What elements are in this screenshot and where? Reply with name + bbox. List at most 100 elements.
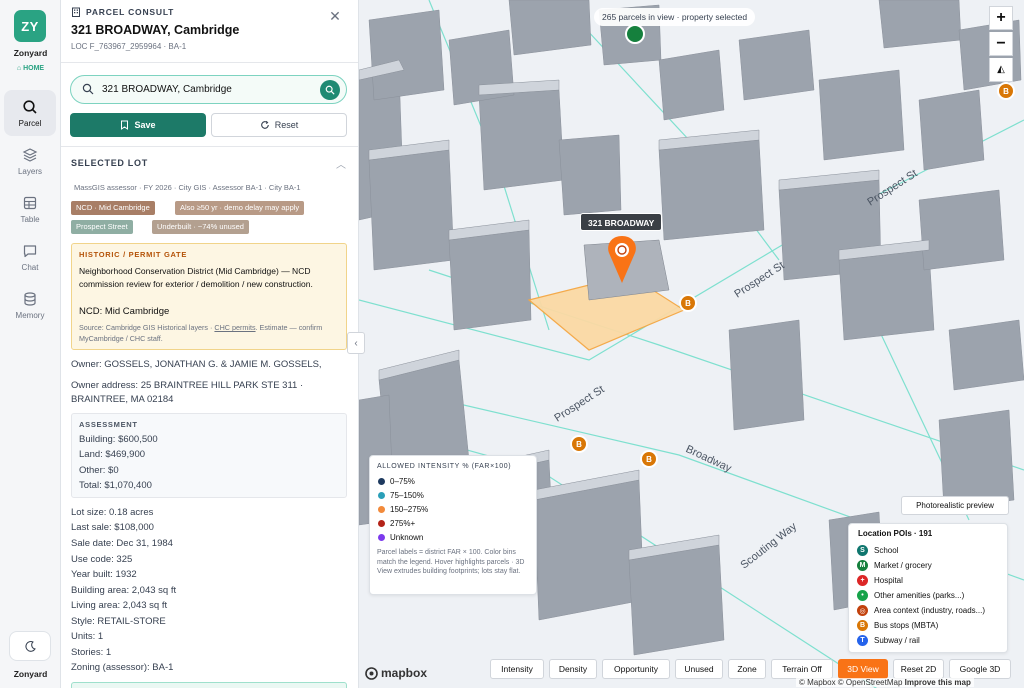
eyebrow-text: PARCEL CONSULT xyxy=(86,7,175,17)
mapbox-logo[interactable]: mapbox xyxy=(365,666,427,680)
mode-unused-button[interactable]: Unused xyxy=(675,659,723,679)
legend-label: 275%+ xyxy=(390,519,416,528)
app-logo[interactable]: ZY xyxy=(14,10,46,42)
bus-stop-marker[interactable]: B xyxy=(570,435,588,453)
search-icon xyxy=(325,85,335,95)
map-canvas[interactable]: 265 parcels in view · property selected … xyxy=(359,0,1024,688)
rail-item-chat[interactable]: Chat xyxy=(4,234,56,280)
legend-item: 0–75% xyxy=(378,477,415,486)
reset-2d-button[interactable]: Reset 2D xyxy=(893,659,944,679)
zoom-in-button[interactable]: + xyxy=(989,6,1013,30)
view-3d-button[interactable]: 3D View xyxy=(838,659,888,679)
improve-map-link[interactable]: Improve this map xyxy=(905,678,971,687)
hospital-icon: + xyxy=(857,575,868,586)
subway-icon: T xyxy=(857,635,868,646)
nav-rail: ZY Zonyard ⌂ HOME Parcel Layers Table Ch… xyxy=(0,0,61,688)
search-input[interactable] xyxy=(102,81,312,98)
rail-label: Parcel xyxy=(18,118,42,128)
collapse-panel-button[interactable]: ‹ xyxy=(347,332,365,354)
poi-item-school[interactable]: S School xyxy=(857,545,898,556)
poi-item-market[interactable]: M Market / grocery xyxy=(857,560,932,571)
save-label: Save xyxy=(134,120,156,130)
poi-item-subway[interactable]: T Subway / rail xyxy=(857,635,920,646)
gate-title: HISTORIC / PERMIT GATE xyxy=(79,250,188,259)
parcel-panel: PARCEL CONSULT 321 BROADWAY, Cambridge L… xyxy=(61,0,359,688)
assessment-land: Land: $469,900 xyxy=(79,449,146,460)
compass-button[interactable]: ◭ xyxy=(989,58,1013,82)
mapbox-wordmark: mapbox xyxy=(381,666,428,680)
next-card-edge xyxy=(71,682,347,688)
fact-stories: Stories: 1 xyxy=(71,647,112,658)
rail-item-memory[interactable]: Memory xyxy=(4,282,56,328)
google-3d-button[interactable]: Google 3D xyxy=(949,659,1011,679)
bus-stop-marker[interactable]: B xyxy=(679,294,697,312)
poi-legend: Location POIs · 191 S School M Market / gr… xyxy=(848,523,1008,653)
rail-label: Layers xyxy=(17,166,42,176)
tag-demo-delay: Also ≥50 yr · demo delay may apply xyxy=(175,201,305,215)
reset-button[interactable]: Reset xyxy=(211,113,347,137)
gate-ncd: NCD: Mid Cambridge xyxy=(79,306,170,317)
search-icon xyxy=(82,83,94,95)
legend-item: 75–150% xyxy=(378,491,424,500)
refresh-icon xyxy=(260,120,269,129)
bus-stop-marker[interactable]: B xyxy=(640,450,658,468)
zoom-out-button[interactable]: − xyxy=(989,32,1013,56)
fact-living-area: Living area: 2,043 sq ft xyxy=(71,600,168,611)
legend-item: Unknown xyxy=(378,533,423,542)
mode-opportunity-button[interactable]: Opportunity xyxy=(602,659,670,679)
mode-zone-button[interactable]: Zone xyxy=(728,659,766,679)
poi-item-area-context[interactable]: ◎ Area context (industry, roads...) xyxy=(857,605,985,616)
rail-item-parcel[interactable]: Parcel xyxy=(4,90,56,136)
rail-label: Memory xyxy=(15,310,45,320)
mapbox-icon xyxy=(365,666,378,680)
rail-item-layers[interactable]: Layers xyxy=(4,138,56,184)
photorealistic-preview-button[interactable]: Photorealistic preview xyxy=(901,496,1009,515)
reset-label: Reset xyxy=(274,120,299,130)
app-root: ZY Zonyard ⌂ HOME Parcel Layers Table Ch… xyxy=(0,0,1024,688)
gate-source-prefix: Source: Cambridge GIS Historical layers … xyxy=(79,323,215,332)
moon-icon xyxy=(24,640,36,652)
bus-icon: B xyxy=(857,620,868,631)
poi-item-amenities[interactable]: • Other amenities (parks...) xyxy=(857,590,964,601)
table-icon xyxy=(23,196,37,209)
poi-label: Bus stops (MBTA) xyxy=(874,621,939,630)
chc-permits-link[interactable]: CHC permits xyxy=(214,323,255,332)
poi-item-bus[interactable]: B Bus stops (MBTA) xyxy=(857,620,938,631)
layers-icon xyxy=(22,147,38,162)
map-attribution: © Mapbox © OpenStreetMap Improve this ma… xyxy=(796,678,974,687)
rail-label: Chat xyxy=(21,262,39,272)
search-submit-button[interactable] xyxy=(320,80,340,100)
fact-units: Units: 1 xyxy=(71,631,104,642)
close-icon[interactable]: ✕ xyxy=(327,8,343,24)
bookmark-icon xyxy=(121,120,129,130)
fact-style: Style: RETAIL-STORE xyxy=(71,616,166,627)
tag-underbuilt: Underbuilt · ~74% unused xyxy=(152,220,249,234)
owner: Owner: GOSSELS, JONATHAN G. & JAMIE M. G… xyxy=(71,359,322,370)
section-title: SELECTED LOT xyxy=(71,158,148,168)
gate-source: Source: Cambridge GIS Historical layers … xyxy=(79,323,341,344)
rail-item-table[interactable]: Table xyxy=(4,186,56,232)
assessment-title: ASSESSMENT xyxy=(79,420,138,429)
school-icon: S xyxy=(857,545,868,556)
bus-stop-marker[interactable]: B xyxy=(997,82,1015,100)
target-icon: ◎ xyxy=(857,605,868,616)
chat-icon xyxy=(23,244,37,257)
fact-use-code: Use code: 325 xyxy=(71,554,133,565)
legend-item: 275%+ xyxy=(378,519,415,528)
legend-note: Parcel labels = district FAR × 100. Colo… xyxy=(377,549,525,575)
legend-label: 150–275% xyxy=(390,505,429,514)
legend-item: 150–275% xyxy=(378,505,428,514)
assessment-other: Other: $0 xyxy=(79,465,119,476)
home-link[interactable]: ⌂ HOME xyxy=(0,65,61,72)
poi-item-hospital[interactable]: + Hospital xyxy=(857,575,903,586)
mode-intensity-button[interactable]: Intensity xyxy=(490,659,544,679)
save-button[interactable]: Save xyxy=(70,113,206,137)
chevron-up-icon[interactable]: ︿ xyxy=(336,156,346,171)
fact-last-sale: Last sale: $108,000 xyxy=(71,522,154,533)
theme-toggle-button[interactable] xyxy=(9,631,51,661)
owner-address-2: BRAINTREE, MA 02184 xyxy=(71,394,174,405)
search-icon xyxy=(23,99,37,114)
terrain-toggle-button[interactable]: Terrain Off xyxy=(771,659,833,679)
mode-density-button[interactable]: Density xyxy=(549,659,597,679)
cart-icon: M xyxy=(857,560,868,571)
